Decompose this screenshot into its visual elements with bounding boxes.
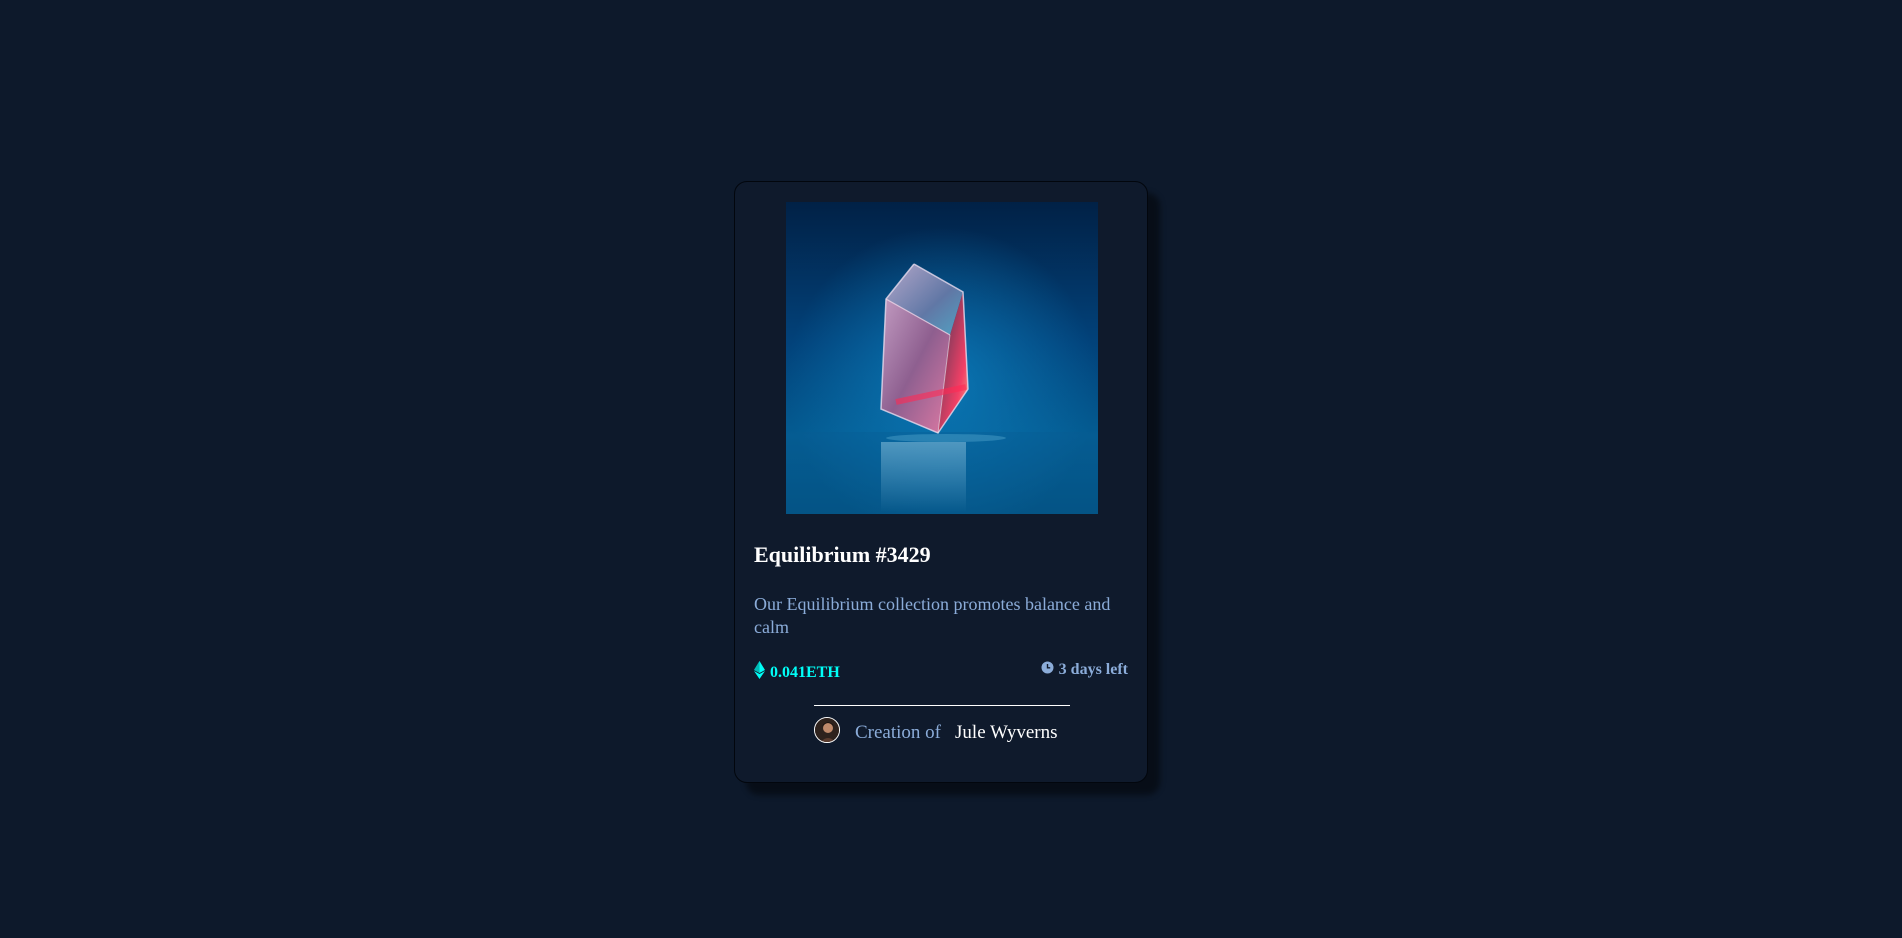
price-stat: 0.041ETH: [754, 661, 840, 684]
nft-stats: 0.041ETH 3 days left: [754, 661, 1128, 685]
creator-name-link[interactable]: Jule Wyverns: [955, 722, 1057, 744]
price-value: 0.041ETH: [770, 663, 840, 681]
nft-card: Equilibrium #3429 Our Equilibrium collec…: [734, 181, 1148, 783]
nft-description: Our Equilibrium collection promotes bala…: [754, 594, 1111, 637]
creator-prefix: Creation of: [855, 722, 942, 743]
avatar: [814, 717, 840, 743]
ethereum-icon: [754, 661, 765, 684]
divider: [814, 705, 1070, 706]
time-stat: 3 days left: [1041, 661, 1128, 679]
time-left-value: 3 days left: [1058, 661, 1128, 678]
creator-row: Creation of Jule Wyverns: [814, 717, 1057, 746]
avatar-image: [815, 718, 839, 742]
nft-hero-image[interactable]: [786, 202, 1098, 514]
crystal-cube-image: [786, 202, 1098, 514]
nft-title[interactable]: Equilibrium #3429: [754, 542, 931, 568]
clock-icon: [1041, 661, 1054, 679]
